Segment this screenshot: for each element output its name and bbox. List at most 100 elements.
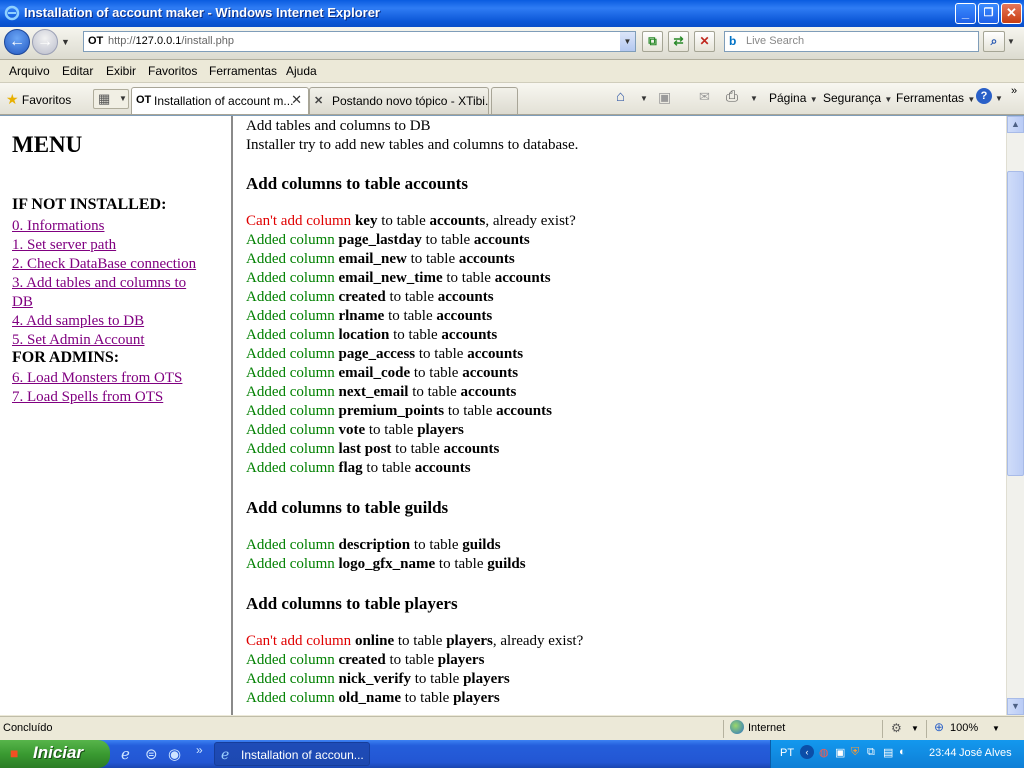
maximize-button[interactable]: ❐ bbox=[978, 3, 999, 24]
menu-help[interactable]: Ajuda bbox=[286, 64, 317, 78]
status-text: Added column bbox=[246, 327, 335, 343]
ie-quicklaunch-icon[interactable]: ℯ bbox=[121, 745, 130, 763]
chevron-down-icon[interactable]: ▼ bbox=[911, 724, 919, 733]
link-set-server-path[interactable]: 1. Set server path bbox=[12, 236, 116, 255]
security-center-icon[interactable]: ⛨ bbox=[851, 746, 859, 759]
column-result-row: Can't add column online to table players… bbox=[246, 633, 583, 650]
column-result-row: Added column next_email to table account… bbox=[246, 384, 516, 401]
close-button[interactable]: ✕ bbox=[1001, 3, 1022, 24]
column-result-row: Added column rlname to table accounts bbox=[246, 308, 492, 325]
to-table-text: to table bbox=[368, 422, 414, 438]
scroll-thumb[interactable] bbox=[1007, 171, 1024, 476]
page-menu-button[interactable]: Página ▼ bbox=[769, 91, 818, 105]
home-icon[interactable]: ⌂ bbox=[616, 88, 625, 105]
menu-view[interactable]: Exibir bbox=[106, 64, 136, 78]
search-options-icon[interactable]: ▼ bbox=[1007, 37, 1015, 46]
security-menu-button[interactable]: Segurança ▼ bbox=[823, 91, 892, 105]
minimize-button[interactable]: _ bbox=[955, 3, 976, 24]
volume-icon[interactable]: ◐ bbox=[899, 746, 906, 758]
zoom-icon[interactable]: ⊕ bbox=[934, 720, 944, 734]
help-icon[interactable]: ? bbox=[976, 88, 992, 104]
start-button[interactable]: ■ Iniciar bbox=[0, 740, 110, 768]
link-informations[interactable]: 0. Informations bbox=[12, 217, 104, 236]
link-set-admin[interactable]: 5. Set Admin Account bbox=[12, 331, 145, 350]
feeds-icon[interactable]: ▣ bbox=[658, 89, 671, 106]
chevron-down-icon[interactable]: ▼ bbox=[995, 94, 1003, 103]
star-icon: ★ bbox=[6, 91, 19, 107]
column-name: created bbox=[338, 289, 386, 305]
ie-alt-quicklaunch-icon[interactable]: ⊜ bbox=[145, 745, 158, 763]
address-url[interactable]: http://127.0.0.1/install.php bbox=[108, 35, 234, 47]
back-button[interactable]: ← bbox=[4, 29, 30, 55]
table-name: accounts bbox=[460, 384, 517, 400]
column-name: email_new bbox=[338, 251, 407, 267]
column-result-row: Added column nick_verify to table player… bbox=[246, 671, 510, 688]
vertical-scrollbar[interactable]: ▲ ▼ bbox=[1006, 116, 1024, 715]
network-icon[interactable]: ▣ bbox=[835, 746, 845, 759]
menu-edit[interactable]: Editar bbox=[62, 64, 93, 78]
column-result-row: Added column premium_points to table acc… bbox=[246, 403, 552, 420]
compat-icon: ⧉ bbox=[648, 34, 657, 48]
table-name: accounts bbox=[437, 289, 494, 305]
chevron-down-icon[interactable]: ▼ bbox=[750, 94, 758, 103]
status-text: Added column bbox=[246, 690, 335, 706]
search-button[interactable]: ⌕ bbox=[983, 31, 1005, 52]
print-icon[interactable]: ⎙ bbox=[726, 88, 738, 105]
link-add-samples[interactable]: 4. Add samples to DB bbox=[12, 312, 144, 331]
scroll-down-icon[interactable]: ▼ bbox=[1007, 698, 1024, 715]
status-text: Added column bbox=[246, 251, 335, 267]
divider bbox=[926, 720, 927, 738]
link-check-database[interactable]: 2. Check DataBase connection bbox=[12, 255, 196, 274]
favorites-button[interactable]: ★ Favoritos bbox=[6, 91, 71, 108]
tools-menu-button[interactable]: Ferramentas ▼ bbox=[896, 91, 975, 105]
menu-tools[interactable]: Ferramentas bbox=[209, 64, 277, 78]
forward-button[interactable]: → bbox=[32, 29, 58, 55]
to-table-text: to table bbox=[389, 289, 435, 305]
tab-favicon: ✕ bbox=[314, 95, 324, 107]
link-add-tables[interactable]: 3. Add tables and columns to DB bbox=[12, 274, 207, 312]
site-favicon: OT bbox=[88, 35, 104, 47]
quick-tabs-button[interactable]: ▦ ▼ bbox=[93, 89, 129, 109]
display-icon[interactable]: ▤ bbox=[883, 746, 893, 759]
history-dropdown-icon[interactable]: ▼ bbox=[61, 37, 70, 47]
tab-installation[interactable]: OT Installation of account m... ✕ bbox=[131, 87, 309, 114]
zoom-level[interactable]: 100% bbox=[950, 722, 978, 734]
close-tab-icon[interactable]: ✕ bbox=[291, 92, 302, 108]
connection-icon[interactable]: ⧉ bbox=[867, 746, 875, 759]
new-tab-button[interactable] bbox=[491, 87, 518, 114]
column-name: flag bbox=[338, 460, 363, 476]
address-bar[interactable]: OT http://127.0.0.1/install.php ▼ bbox=[83, 31, 636, 52]
divider bbox=[882, 720, 883, 738]
status-text: Added column bbox=[246, 671, 335, 687]
url-path: /install.php bbox=[181, 35, 234, 47]
link-load-spells[interactable]: 7. Load Spells from OTS bbox=[12, 388, 163, 407]
to-table-text: to table bbox=[446, 270, 491, 286]
tray-expand-icon[interactable]: ‹ bbox=[800, 745, 814, 759]
menu-file[interactable]: Arquivo bbox=[9, 64, 50, 78]
quicklaunch-overflow-icon[interactable]: » bbox=[196, 743, 203, 757]
not-installed-heading: IF NOT INSTALLED: bbox=[12, 196, 167, 213]
clock[interactable]: 23:44 bbox=[929, 747, 957, 759]
overflow-chevron-icon[interactable]: » bbox=[1011, 85, 1017, 97]
chevron-down-icon[interactable]: ▼ bbox=[640, 94, 648, 103]
mail-icon[interactable]: ✉ bbox=[699, 89, 710, 105]
address-dropdown-icon[interactable]: ▼ bbox=[620, 32, 635, 51]
table-name: accounts bbox=[429, 213, 486, 229]
link-load-monsters[interactable]: 6. Load Monsters from OTS bbox=[12, 369, 182, 388]
refresh-button[interactable]: ⇄ bbox=[668, 31, 689, 52]
search-input[interactable]: b Live Search bbox=[724, 31, 979, 52]
scroll-up-icon[interactable]: ▲ bbox=[1007, 116, 1024, 133]
taskbar-ie-window[interactable]: ℯ Installation of accoun... bbox=[214, 742, 370, 766]
tab-postando[interactable]: ✕ Postando novo tópico - XTibi... bbox=[309, 87, 489, 114]
media-player-icon[interactable]: ◉ bbox=[168, 745, 181, 763]
status-text: Can't add column bbox=[246, 633, 352, 649]
status-text: Added column bbox=[246, 441, 335, 457]
compatibility-view-button[interactable]: ⧉ bbox=[642, 31, 663, 52]
to-table-text: to table bbox=[447, 403, 493, 419]
stop-button[interactable]: ✕ bbox=[694, 31, 715, 52]
menu-favorites[interactable]: Favoritos bbox=[148, 64, 197, 78]
chevron-down-icon[interactable]: ▼ bbox=[992, 724, 1000, 733]
protected-mode-icon[interactable]: ⚙ bbox=[891, 721, 902, 735]
antivirus-icon[interactable]: ◍ bbox=[819, 746, 829, 759]
language-indicator[interactable]: PT bbox=[780, 747, 794, 759]
